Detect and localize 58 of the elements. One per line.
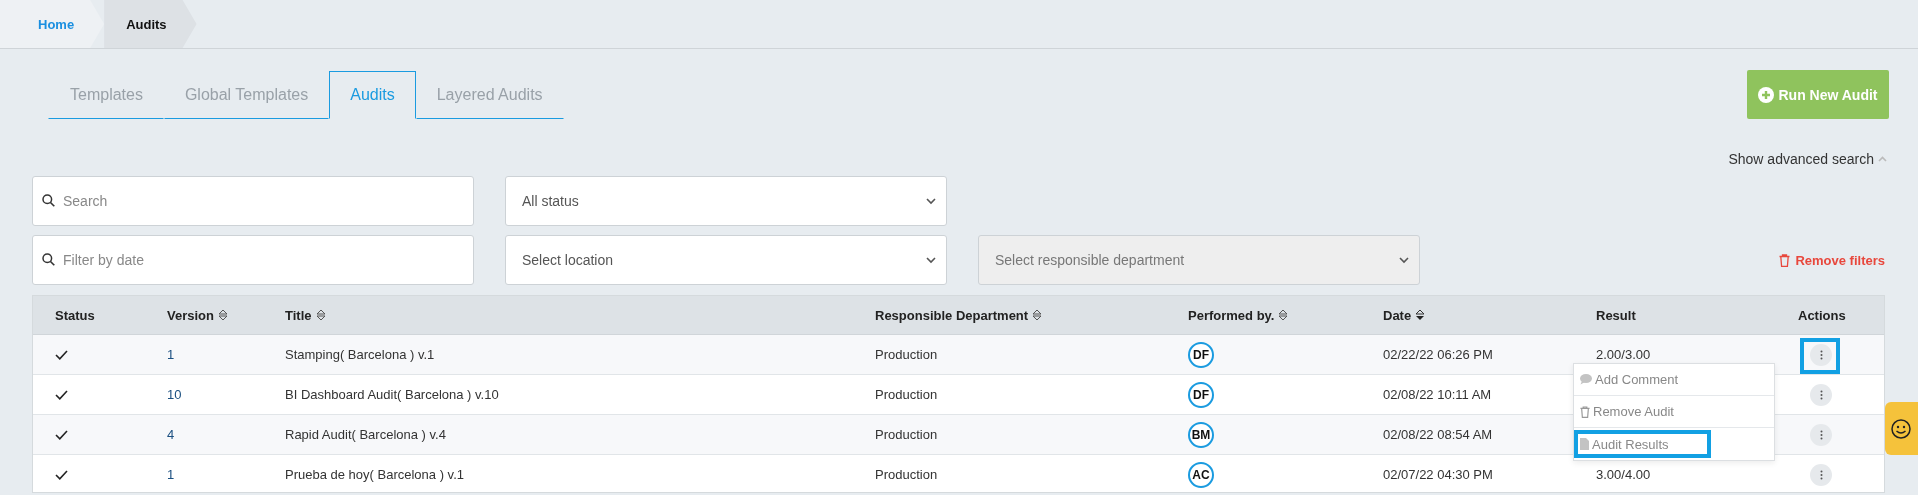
version-link[interactable]: 4 (167, 427, 175, 442)
table-cell: 2.00/3.00 (1596, 347, 1651, 362)
status-select[interactable]: All status (505, 176, 947, 226)
table-cell: BI Dashboard Audit( Barcelona ) v.10 (285, 387, 499, 402)
menu-item[interactable]: Audit Results (1574, 428, 1774, 460)
avatar: DF (1188, 341, 1214, 368)
feedback-button[interactable] (1885, 402, 1918, 455)
table-cell: 02/22/22 06:26 PM (1383, 347, 1493, 362)
sort-icon[interactable] (1278, 309, 1289, 321)
speech-bubble-icon (1580, 374, 1592, 385)
chevron-down-icon (1399, 256, 1409, 264)
trash-icon (1779, 253, 1791, 267)
column-header: Actions (1798, 307, 1846, 323)
more-vertical-icon (1819, 429, 1823, 440)
table-cell: Prueba de hoy( Barcelona ) v.1 (285, 467, 464, 482)
trash-icon (1580, 405, 1590, 418)
table-cell: 02/08/22 08:54 AM (1383, 427, 1493, 442)
version-link[interactable]: 1 (167, 467, 175, 482)
sort-icon[interactable] (217, 309, 228, 321)
column-header[interactable]: Title (285, 307, 312, 323)
table-cell: Production (875, 427, 938, 442)
more-vertical-icon (1819, 469, 1823, 480)
document-icon (1580, 438, 1589, 450)
version-link[interactable]: 1 (167, 347, 175, 362)
table-cell: 3.00/4.00 (1596, 467, 1651, 482)
show-advanced-search-link[interactable]: Show advanced search (1728, 151, 1887, 167)
date-filter-field[interactable]: Filter by date (32, 235, 474, 285)
column-header: Status (55, 307, 95, 323)
column-header[interactable]: Date (1383, 307, 1412, 323)
plus-circle-icon (1758, 86, 1775, 103)
table-cell: Rapid Audit( Barcelona ) v.4 (285, 427, 446, 442)
table-cell: Production (875, 387, 938, 402)
search-field[interactable]: Search (32, 176, 474, 226)
version-link[interactable]: 10 (167, 387, 182, 402)
column-header[interactable]: Responsible Department (875, 307, 1029, 323)
chevron-down-icon (926, 197, 936, 205)
table-cell: Production (875, 467, 938, 482)
column-header[interactable]: Version (167, 307, 214, 323)
sort-icon[interactable] (1032, 309, 1043, 321)
sort-icon[interactable] (315, 309, 326, 321)
column-header[interactable]: Performed by. (1188, 307, 1275, 323)
table-cell: 02/07/22 04:30 PM (1383, 467, 1493, 482)
chevron-down-icon (926, 256, 936, 264)
menu-item[interactable]: Add Comment (1574, 364, 1774, 396)
table-cell: 02/08/22 10:11 AM (1383, 387, 1492, 402)
location-select[interactable]: Select location (505, 235, 947, 285)
more-vertical-icon (1819, 389, 1823, 400)
table-cell: Production (875, 347, 938, 362)
more-vertical-icon (1819, 349, 1823, 360)
smiley-icon (1891, 418, 1911, 439)
avatar: DF (1188, 381, 1214, 408)
avatar: BM (1188, 421, 1214, 448)
avatar: AC (1188, 461, 1214, 488)
menu-item[interactable]: Remove Audit (1574, 396, 1774, 428)
table-cell: Stamping( Barcelona ) v.1 (285, 347, 435, 362)
sort-descending-icon[interactable] (1415, 309, 1426, 321)
breadcrumb-item[interactable]: Audits (104, 0, 197, 48)
column-header: Result (1596, 307, 1636, 323)
